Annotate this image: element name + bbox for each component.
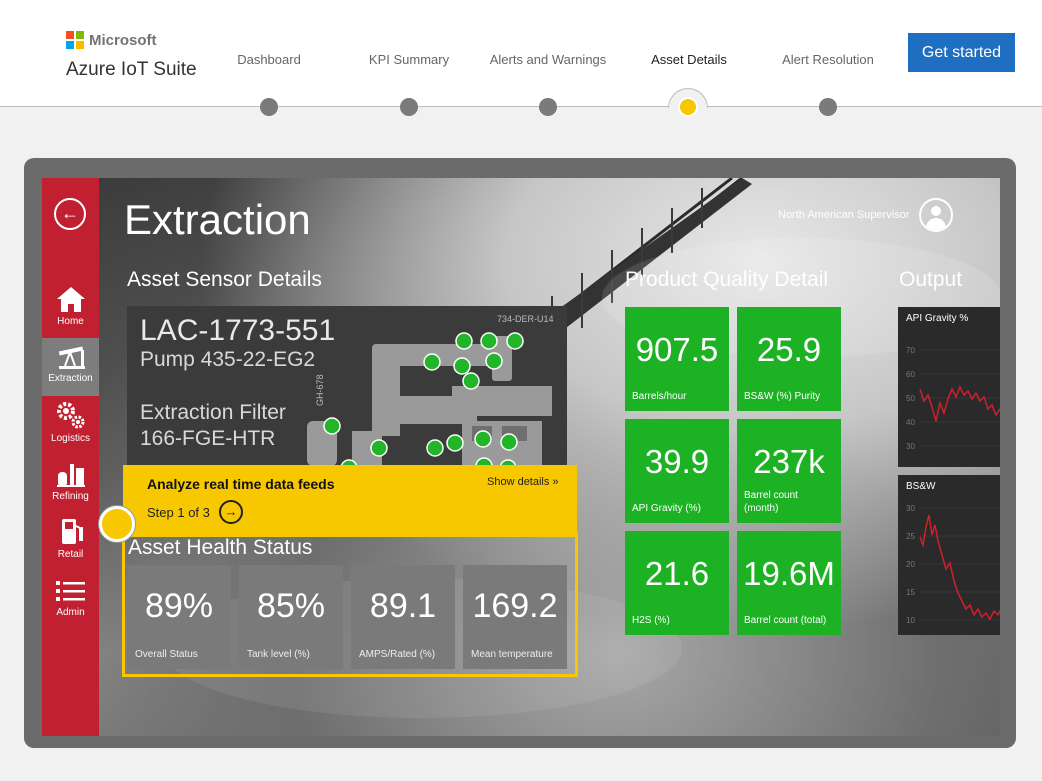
user-menu[interactable]: North American Supervisor [778, 198, 954, 232]
pumpjack-icon [58, 346, 85, 369]
filter-label: Extraction Filter [140, 401, 286, 424]
y-tick: 15 [906, 588, 915, 597]
filter-id: 166-FGE-HTR [140, 427, 276, 450]
y-tick: 60 [906, 370, 915, 379]
sidebar-item-label: Refining [52, 491, 89, 502]
y-tick: 30 [906, 504, 915, 513]
y-tick: 20 [906, 560, 915, 569]
arrow-left-icon: ← [61, 203, 79, 223]
fuel-pump-icon [61, 519, 83, 544]
equipment-tag: 734-DER-U14 [497, 314, 554, 324]
brand-product: Azure IoT Suite [66, 59, 197, 80]
sidebar-item-label: Home [57, 316, 84, 327]
callout-step: Step 1 of 3 [147, 505, 210, 520]
tile-value: 25.9 [756, 331, 822, 368]
tour-callout: Analyze real time data feeds Show detail… [123, 465, 577, 537]
callout-title: Analyze real time data feeds [147, 476, 335, 492]
api-gravity-plot: 70 60 50 40 30 [906, 346, 1000, 451]
sensor-panel[interactable]: LAC-1773-551 Pump 435-22-EG2 Extraction … [127, 306, 567, 476]
tile-label: Barrel count (month) [744, 490, 798, 514]
get-started-button[interactable]: Get started [908, 33, 1015, 72]
sidebar-item-home[interactable]: Home [42, 281, 99, 339]
chart-bsw[interactable]: BS&W 30 25 20 15 10 [898, 475, 1000, 635]
next-step-button[interactable]: → [219, 500, 243, 524]
y-tick: 10 [906, 616, 915, 625]
quality-tile-api-gravity[interactable]: 39.9 API Gravity (%) [625, 419, 729, 523]
progress-dot-kpi-summary[interactable] [400, 98, 418, 116]
chart-api-gravity[interactable]: API Gravity % 70 60 50 40 30 [898, 307, 1000, 467]
app-screen: ← Home Extraction Logistics Refining Ret… [42, 178, 1000, 736]
avatar-icon [919, 198, 954, 232]
sidebar: ← Home Extraction Logistics Refining Ret… [42, 178, 99, 736]
page-title: Extraction [124, 196, 311, 243]
tab-dashboard[interactable]: Dashboard [237, 52, 301, 67]
tile-label: H2S (%) [632, 615, 670, 626]
output-section-title: Output [899, 268, 963, 291]
gears-icon [56, 402, 84, 429]
y-tick: 50 [906, 394, 915, 403]
refinery-icon [56, 464, 85, 487]
back-button[interactable]: ← [54, 198, 86, 230]
user-name: North American Supervisor [778, 209, 910, 221]
callout-pin[interactable] [99, 506, 135, 542]
tile-label: BS&W (%) Purity [744, 391, 821, 402]
tab-alert-resolution[interactable]: Alert Resolution [782, 52, 874, 67]
y-tick: 40 [906, 418, 915, 427]
tile-value: 39.9 [644, 443, 710, 480]
tile-label: API Gravity (%) [632, 503, 701, 514]
quality-tile-barrel-count-month[interactable]: 237k Barrel count (month) [737, 419, 841, 523]
quality-tile-bsw-purity[interactable]: 25.9 BS&W (%) Purity [737, 307, 841, 411]
tab-asset-details[interactable]: Asset Details [651, 52, 727, 67]
progress-dot-dashboard[interactable] [260, 98, 278, 116]
chart-title: API Gravity % [906, 313, 969, 324]
y-tick: 70 [906, 346, 915, 355]
microsoft-logo-icon [66, 31, 84, 49]
tile-value: 21.6 [644, 555, 710, 592]
quality-tile-barrels-hour[interactable]: 907.5 Barrels/hour [625, 307, 729, 411]
home-icon [56, 287, 85, 312]
list-icon [55, 581, 85, 601]
progress-dot-alert-resolution[interactable] [819, 98, 837, 116]
sidebar-item-label: Extraction [48, 373, 93, 384]
tile-label: Barrels/hour [632, 391, 687, 402]
sidebar-item-admin[interactable]: Admin [42, 572, 99, 630]
progress-dot-alerts[interactable] [539, 98, 557, 116]
sidebar-item-label: Admin [56, 607, 85, 618]
brand-company: Microsoft [89, 31, 157, 49]
tab-alerts-and-warnings[interactable]: Alerts and Warnings [490, 52, 607, 67]
sidebar-item-label: Logistics [51, 433, 90, 444]
top-bar: Microsoft Azure IoT Suite Dashboard KPI … [0, 0, 1042, 107]
quality-section-title: Product Quality Detail [625, 268, 829, 291]
sidebar-item-logistics[interactable]: Logistics [42, 398, 99, 456]
y-tick: 25 [906, 532, 915, 541]
quality-tile-h2s[interactable]: 21.6 H2S (%) [625, 531, 729, 635]
sensor-section-title: Asset Sensor Details [127, 268, 322, 291]
progress-dot-asset-details[interactable] [678, 97, 698, 117]
brand[interactable]: Microsoft Azure IoT Suite [66, 30, 197, 81]
bsw-plot: 30 25 20 15 10 [906, 504, 1000, 625]
tile-label: Barrel count (total) [744, 615, 827, 626]
pump-diagram [307, 332, 552, 476]
tab-kpi-summary[interactable]: KPI Summary [369, 52, 449, 67]
quality-tile-barrel-count-total[interactable]: 19.6M Barrel count (total) [737, 531, 841, 635]
sidebar-item-refining[interactable]: Refining [42, 456, 99, 514]
arrow-right-circle-icon: → [224, 504, 238, 519]
tile-value: 237k [753, 443, 825, 480]
chart-title: BS&W [906, 481, 936, 492]
sidebar-item-retail[interactable]: Retail [42, 514, 99, 572]
sidebar-item-label: Retail [57, 549, 84, 560]
tile-value: 907.5 [635, 331, 719, 368]
highlight-frame [122, 533, 578, 677]
sidebar-item-extraction[interactable]: Extraction [42, 338, 99, 396]
tile-value: 19.6M [743, 555, 835, 592]
pump-id: Pump 435-22-EG2 [140, 348, 316, 371]
y-tick: 30 [906, 442, 915, 451]
show-details-link[interactable]: Show details » [487, 476, 559, 488]
